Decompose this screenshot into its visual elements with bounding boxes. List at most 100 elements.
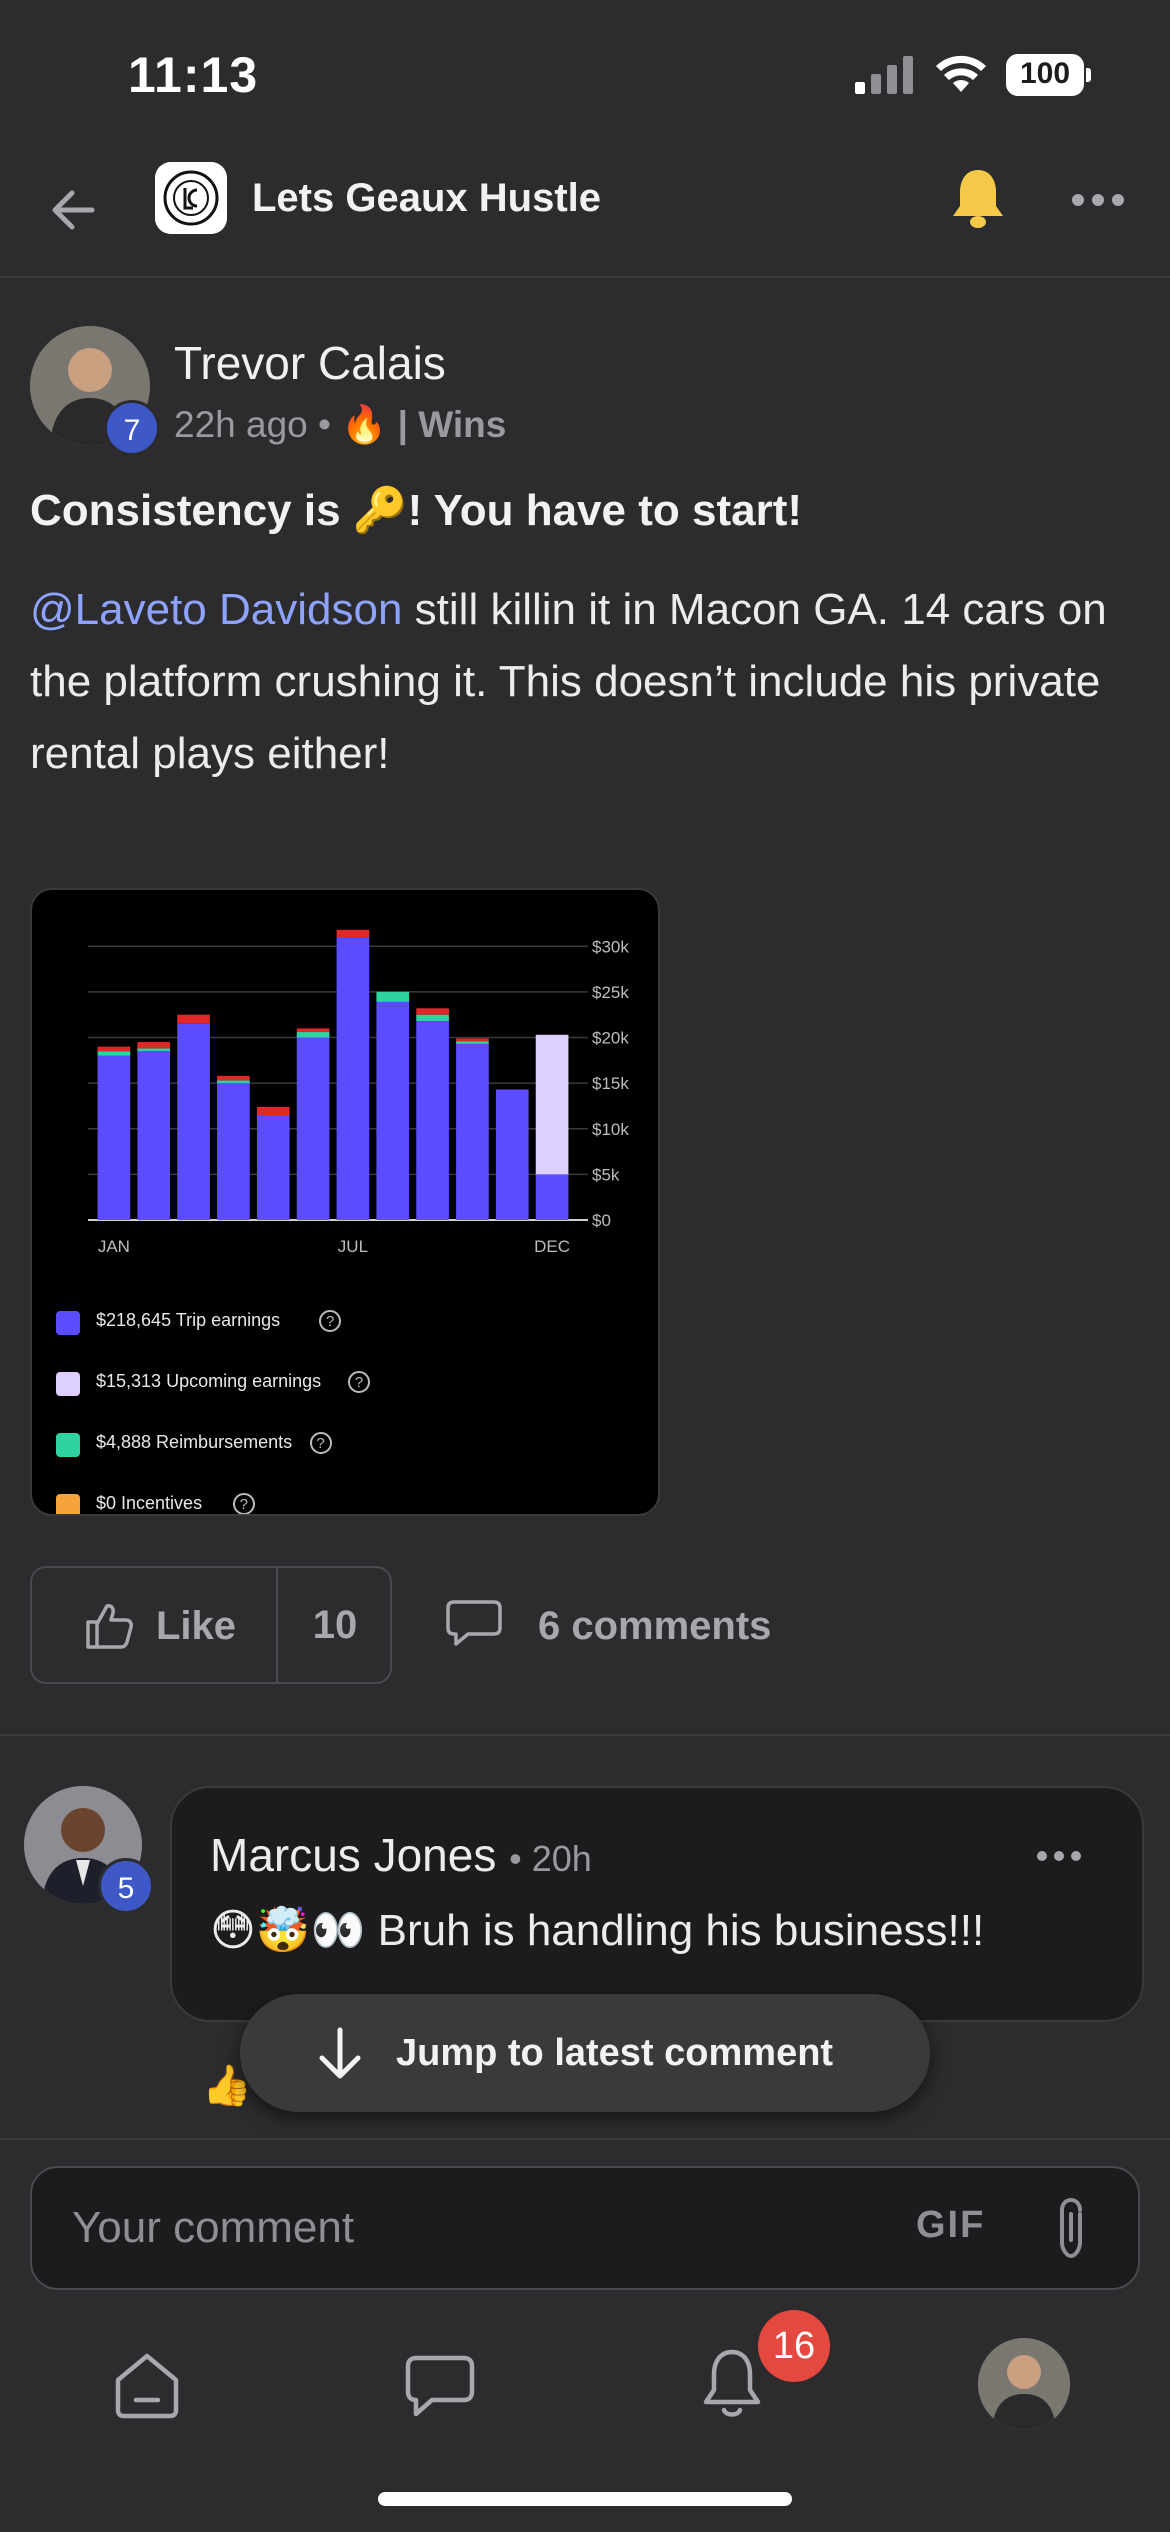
bar-trip-earnings [535, 1174, 569, 1220]
jump-label: Jump to latest comment [396, 2032, 834, 2074]
comment-header: Marcus Jones • 20h [210, 1828, 592, 1882]
bell-icon[interactable] [948, 166, 1008, 230]
author-level-badge: 7 [104, 400, 160, 456]
legend-item: $0 Incentives? [56, 1487, 576, 1514]
help-icon: ? [319, 1310, 342, 1332]
comment-bubble-icon [446, 1600, 502, 1646]
x-tick-label: JUL [338, 1237, 368, 1256]
legend-item: $218,645 Trip earnings? [56, 1304, 576, 1344]
comment-more-icon[interactable] [1034, 1846, 1084, 1866]
y-tick-label: $15k [592, 1074, 629, 1093]
bar-reimbursements [416, 1014, 449, 1022]
home-tab-icon[interactable] [112, 2352, 182, 2420]
comment-time: • 20h [509, 1838, 592, 1879]
bar-other [296, 1028, 330, 1033]
status-time: 11:13 [128, 47, 259, 103]
category-emoji: 🔥 [341, 404, 388, 445]
bar-trip-earnings [296, 1037, 330, 1220]
bar-trip-earnings [495, 1089, 529, 1220]
bar-reimbursements [137, 1048, 171, 1052]
earnings-chart: $30k $25k $20k $15k $10k $5k $0 JAN JUL DEC [88, 929, 629, 1256]
x-tick-label: DEC [534, 1237, 570, 1256]
help-icon: ? [348, 1371, 370, 1393]
bar-reimbursements [97, 1051, 131, 1056]
y-tick-label: $20k [592, 1029, 629, 1048]
comments-button[interactable]: 6 comments [444, 1596, 784, 1656]
battery-level: 100 [1019, 57, 1071, 90]
legend-swatch [56, 1494, 80, 1514]
legend-item: $15,313 Upcoming earnings? [56, 1365, 576, 1405]
help-icon: ? [232, 1493, 255, 1514]
more-options-icon[interactable] [1068, 190, 1128, 210]
legend-swatch [56, 1311, 80, 1335]
y-tick-label: $5k [592, 1165, 620, 1184]
profile-tab-avatar[interactable] [978, 2338, 1070, 2430]
bar-reimbursements [376, 991, 410, 1002]
comment-author[interactable]: Marcus Jones [210, 1829, 496, 1881]
status-bar: 11:13 100 [0, 0, 1170, 150]
profile-photo [978, 2338, 1070, 2430]
group-title[interactable]: Lets Geaux Hustle [252, 176, 601, 221]
legend-label: $0 Incentives [96, 1493, 203, 1513]
comments-count-label: 6 comments [538, 1604, 772, 1648]
bar-reimbursements [456, 1041, 489, 1044]
notification-count-badge: 16 [758, 2310, 830, 2382]
like-label: Like [156, 1604, 237, 1648]
like-control: Like 10 [30, 1566, 392, 1684]
bar-other [97, 1046, 131, 1052]
bar-other [256, 1106, 290, 1116]
post-title: Consistency is 🔑! You have to start! [30, 486, 802, 535]
author-name[interactable]: Trevor Calais [174, 336, 446, 390]
battery-icon: 100 [1006, 54, 1091, 96]
paperclip-icon[interactable] [1046, 2196, 1096, 2262]
y-tick-label: $0 [592, 1211, 611, 1230]
arrow-down-icon [319, 2027, 361, 2079]
bar-trip-earnings [217, 1083, 250, 1220]
jump-to-latest-button[interactable]: Jump to latest comment [240, 1994, 930, 2112]
like-count[interactable]: 10 [278, 1568, 392, 1682]
chat-tab-icon[interactable] [404, 2354, 476, 2418]
bar-trip-earnings [416, 1021, 449, 1220]
bar-other [416, 1008, 449, 1015]
y-tick-label: $10k [592, 1120, 629, 1139]
bar-trip-earnings [137, 1051, 171, 1220]
y-tick-label: $25k [592, 983, 629, 1002]
x-tick-label: JAN [98, 1237, 130, 1256]
bar-trip-earnings [256, 1115, 290, 1220]
meta-separator: • [318, 404, 331, 445]
bar-reimbursements [217, 1080, 250, 1084]
bar-trip-earnings [376, 1001, 410, 1220]
commenter-level-badge: 5 [98, 1858, 154, 1914]
cellular-signal-icon [855, 56, 913, 94]
like-button[interactable]: Like [32, 1568, 276, 1682]
thumbs-up-icon [86, 1604, 133, 1649]
legend-swatch [56, 1433, 80, 1457]
notifications-tab-icon[interactable] [700, 2346, 764, 2422]
legend-item: $4,888 Reimbursements? [56, 1426, 576, 1466]
bar-trip-earnings [456, 1043, 489, 1220]
post-meta: 22h ago • 🔥 | Wins [174, 404, 506, 447]
bar-upcoming-earnings [535, 1034, 569, 1175]
section-divider [0, 1734, 1170, 1736]
user-mention[interactable]: @Laveto Davidson [30, 585, 402, 634]
bar-trip-earnings [97, 1055, 131, 1220]
back-arrow-icon[interactable] [44, 180, 104, 240]
legend-label: $15,313 Upcoming earnings [96, 1371, 322, 1391]
bar-other [177, 1014, 210, 1024]
bar-other [456, 1038, 489, 1042]
legend-swatch [56, 1372, 80, 1396]
bar-other [336, 929, 370, 938]
post-category[interactable]: | Wins [398, 404, 507, 445]
legend-label: $218,645 Trip earnings [96, 1310, 281, 1330]
wifi-icon [936, 55, 986, 92]
post-time: 22h ago [174, 404, 308, 445]
bar-trip-earnings [177, 1023, 210, 1220]
home-indicator [378, 2492, 792, 2506]
bar-trip-earnings [336, 937, 370, 1220]
bar-other [217, 1075, 250, 1081]
legend-label: $4,888 Reimbursements [96, 1432, 293, 1452]
gif-button[interactable]: GIF [916, 2204, 985, 2247]
earnings-chart-image[interactable]: $30k $25k $20k $15k $10k $5k $0 JAN JUL DEC $218,… [30, 888, 660, 1516]
group-logo[interactable] [155, 162, 227, 234]
help-icon: ? [309, 1432, 332, 1454]
